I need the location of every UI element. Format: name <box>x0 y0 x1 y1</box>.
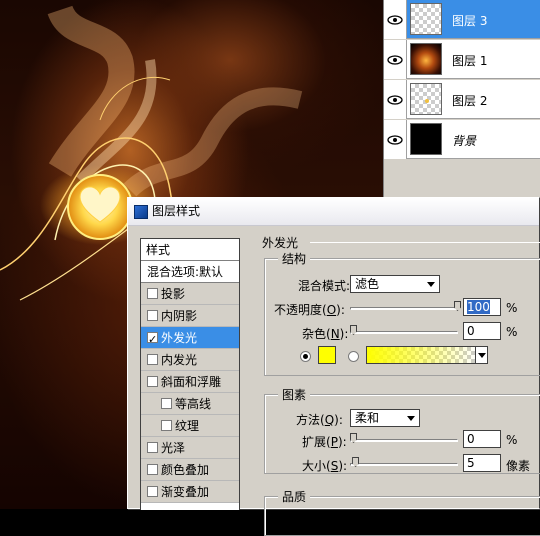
style-item-label: 投影 <box>161 287 186 301</box>
eye-icon <box>387 94 403 105</box>
elements-title: 图素 <box>278 386 311 403</box>
eye-icon <box>387 134 403 145</box>
layer-style-dialog: 图层样式 样式 混合选项:默认 投影 内阴影 外发光 内发光 斜面和浮雕 等高线… <box>127 197 540 536</box>
layer-thumbnail <box>410 83 442 115</box>
glow-color-swatch[interactable] <box>318 346 336 364</box>
layer-thumbnail <box>410 43 442 75</box>
layer-row[interactable]: 图层 2 <box>384 80 540 119</box>
style-item-label: 渐变叠加 <box>161 485 210 499</box>
style-item-texture[interactable]: 纹理 <box>141 415 239 437</box>
technique-dropdown[interactable]: 柔和 <box>350 409 420 427</box>
style-item-satin[interactable]: 光泽 <box>141 437 239 459</box>
style-item-contour[interactable]: 等高线 <box>141 393 239 415</box>
style-item-color-overlay[interactable]: 颜色叠加 <box>141 459 239 481</box>
checkbox[interactable] <box>147 376 158 387</box>
glow-gradient-picker[interactable] <box>366 346 488 364</box>
layer-thumbnail <box>410 123 442 155</box>
noise-input[interactable]: 0 <box>463 322 501 340</box>
style-item-drop-shadow[interactable]: 投影 <box>141 283 239 305</box>
visibility-toggle[interactable] <box>384 80 407 119</box>
noise-slider-track[interactable] <box>350 331 458 334</box>
style-item-label: 内阴影 <box>161 309 198 323</box>
checkbox[interactable] <box>147 464 158 475</box>
solid-color-radio[interactable] <box>300 351 311 362</box>
noise-label: 杂色(N): <box>302 327 349 341</box>
checkbox[interactable] <box>147 442 158 453</box>
chevron-down-icon <box>478 353 486 358</box>
blend-mode-value: 滤色 <box>355 277 380 291</box>
opacity-unit: % <box>506 301 518 315</box>
gradient-dropdown-button[interactable] <box>475 347 487 363</box>
technique-label: 方法(Q): <box>296 413 343 427</box>
size-unit: 像素 <box>506 459 531 473</box>
style-item-inner-shadow[interactable]: 内阴影 <box>141 305 239 327</box>
gradient-radio[interactable] <box>348 351 359 362</box>
style-item-gradient-overlay[interactable]: 渐变叠加 <box>141 481 239 503</box>
divider <box>310 242 540 243</box>
style-item-label: 颜色叠加 <box>161 463 210 477</box>
styles-list: 样式 混合选项:默认 投影 内阴影 外发光 内发光 斜面和浮雕 等高线 纹理 光… <box>140 238 240 510</box>
layer-name: 图层 3 <box>452 14 488 28</box>
visibility-toggle[interactable] <box>384 40 407 79</box>
style-item-label: 斜面和浮雕 <box>161 375 222 389</box>
visibility-toggle[interactable] <box>384 0 407 39</box>
checkbox[interactable] <box>147 354 158 365</box>
checkbox-checked[interactable] <box>147 329 158 351</box>
blend-options-item[interactable]: 混合选项:默认 <box>141 261 239 283</box>
style-item-bevel-emboss[interactable]: 斜面和浮雕 <box>141 371 239 393</box>
layer-row[interactable]: 图层 1 <box>384 40 540 79</box>
layer-name: 图层 2 <box>452 94 488 108</box>
layer-row[interactable]: 背景 <box>384 120 540 159</box>
style-item-label: 等高线 <box>175 397 212 411</box>
spread-input[interactable]: 0 <box>463 430 501 448</box>
chevron-down-icon <box>427 282 435 287</box>
checkbox[interactable] <box>147 288 158 299</box>
style-item-label: 内发光 <box>161 353 198 367</box>
visibility-toggle[interactable] <box>384 120 407 159</box>
checkbox[interactable] <box>147 486 158 497</box>
style-item-inner-glow[interactable]: 内发光 <box>141 349 239 371</box>
size-input[interactable]: 5 <box>463 454 501 472</box>
photoshop-app-icon <box>134 205 148 219</box>
size-label: 大小(S): <box>302 459 348 473</box>
eye-icon <box>387 14 403 25</box>
spread-label: 扩展(P): <box>302 435 347 449</box>
noise-unit: % <box>506 325 518 339</box>
style-item-label: 纹理 <box>175 419 200 433</box>
style-item-label: 光泽 <box>161 441 186 455</box>
layer-row[interactable]: 图层 3 <box>384 0 540 39</box>
style-item-outer-glow[interactable]: 外发光 <box>141 327 239 351</box>
style-item-label: 外发光 <box>161 331 198 345</box>
styles-header[interactable]: 样式 <box>141 239 239 261</box>
chevron-down-icon <box>407 416 415 421</box>
layer-name: 背景 <box>452 134 477 148</box>
checkbox[interactable] <box>161 398 172 409</box>
dialog-title: 图层样式 <box>152 204 201 218</box>
opacity-input[interactable]: 100 <box>463 298 501 316</box>
blend-mode-label: 混合模式: <box>298 279 351 293</box>
opacity-label: 不透明度(O): <box>274 303 345 317</box>
layer-thumbnail <box>410 3 442 35</box>
outer-glow-title: 外发光 <box>262 236 299 250</box>
dialog-titlebar[interactable]: 图层样式 <box>128 198 539 226</box>
layer-name: 图层 1 <box>452 54 488 68</box>
checkbox[interactable] <box>147 310 158 321</box>
opacity-slider-track[interactable] <box>350 307 458 310</box>
structure-title: 结构 <box>278 250 311 267</box>
quality-title: 品质 <box>278 488 311 505</box>
technique-value: 柔和 <box>355 411 380 425</box>
blend-mode-dropdown[interactable]: 滤色 <box>350 275 440 293</box>
spread-slider-track[interactable] <box>350 439 458 442</box>
eye-icon <box>387 54 403 65</box>
spread-unit: % <box>506 433 518 447</box>
size-slider-track[interactable] <box>350 463 458 466</box>
checkbox[interactable] <box>161 420 172 431</box>
